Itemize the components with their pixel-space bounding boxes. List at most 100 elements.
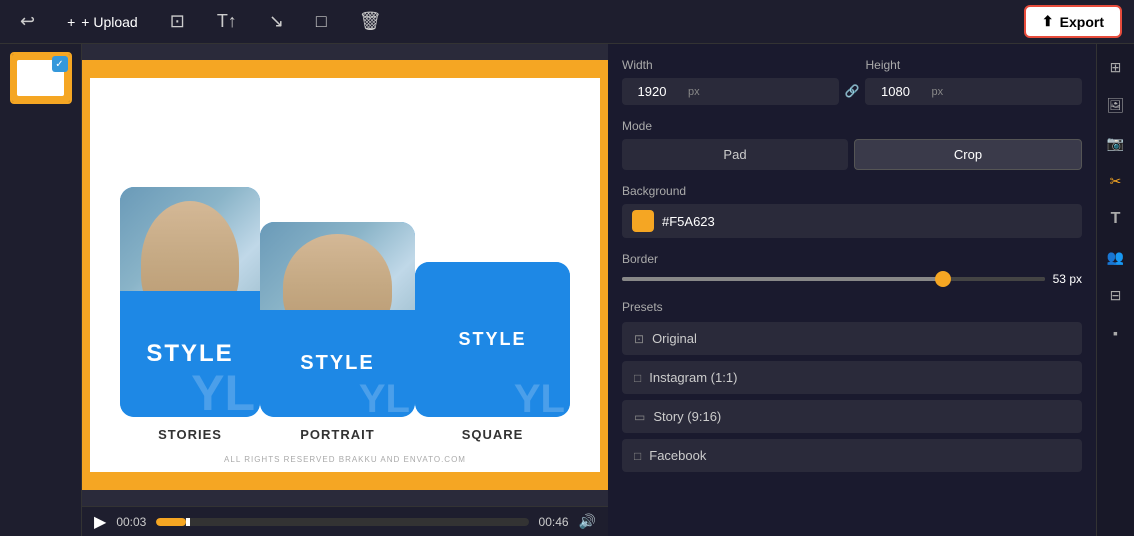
export-icon: ⬆ [1042,13,1054,30]
export-button[interactable]: ⬆ Export [1024,5,1122,38]
play-button[interactable]: ▶ [94,512,106,532]
photo-icon-btn[interactable]: 📷 [1101,128,1131,158]
card-visual-square: STYLE YL [415,262,570,417]
right-main-panel: Width px 🔗 Height px [608,44,1134,536]
layers-icon-btn[interactable]: ▪ [1101,318,1131,348]
card-stories: STYLE YL STORIES [120,187,260,442]
height-input[interactable] [865,78,925,105]
width-unit: px [682,86,706,98]
preset-instagram-label: Instagram (1:1) [649,370,737,385]
canvas-white: STYLE YL STORIES ST [90,78,600,472]
card-text-stories: STYLE YL [120,291,260,418]
border-label: Border [622,252,1082,266]
volume-icon[interactable]: 🔊 [579,513,596,530]
left-panel: ✓ [0,44,82,536]
save-button[interactable]: ⊡ [162,7,193,36]
card-label-square: SQUARE [462,427,524,442]
end-time: 00:46 [539,515,569,529]
sliders-icon-btn[interactable]: ⊟ [1101,280,1131,310]
toolbar: ↩ + + Upload ⊡ T↑ ↘ □ 🗑 ⬆ Export [0,0,1134,44]
background-setting: Background #F5A623 [622,184,1082,238]
canvas-content: STYLE YL STORIES ST [82,44,608,506]
canvas-area: STYLE YL STORIES ST [82,44,608,536]
card-portrait: STYLE YL PORTRAIT [260,222,415,442]
height-input-wrap: px [865,78,1082,105]
height-unit: px [925,86,949,98]
dimension-setting: Width px 🔗 Height px [622,58,1082,105]
preset-original-button[interactable]: ⊡ Original [622,322,1082,355]
border-number: 53 [1053,272,1066,286]
text-icon-btn[interactable]: T [1101,204,1131,234]
current-time: 00:03 [116,515,146,529]
border-filled [622,277,939,281]
preset-facebook-icon: □ [634,449,641,463]
width-input-wrap: px [622,78,839,105]
height-label: Height [865,58,1082,72]
bg-row[interactable]: #F5A623 [622,204,1082,238]
pad-button[interactable]: Pad [622,139,848,170]
border-thumb [935,271,951,287]
card-visual-stories: STYLE YL [120,187,260,417]
preset-instagram-button[interactable]: □ Instagram (1:1) [622,361,1082,394]
crop-icon-btn[interactable]: ✂ [1101,166,1131,196]
bg-hex: #F5A623 [662,214,715,229]
timeline: ▶ 00:03 00:46 🔊 [82,506,608,536]
card-visual-portrait: STYLE YL [260,222,415,417]
thumbnail-item[interactable]: ✓ [10,52,72,104]
style-text-portrait: STYLE [300,352,374,375]
border-unit: px [1069,272,1082,286]
shape-button[interactable]: □ [308,7,335,36]
canvas-frame: STYLE YL STORIES ST [82,60,608,490]
border-track [622,277,1045,281]
presets-setting: Presets ⊡ Original □ Instagram (1:1) ▭ S… [622,300,1082,472]
preset-story-icon: ▭ [634,410,645,424]
image-icon-btn[interactable]: 🖼 [1101,90,1131,120]
crop-button[interactable]: Crop [854,139,1082,170]
timeline-track[interactable] [156,518,528,526]
yl-stories: YL [191,364,255,417]
yl-portrait: YL [359,377,410,417]
preset-facebook-label: Facebook [649,448,706,463]
width-input[interactable] [622,78,682,105]
link-icon[interactable]: 🔗 [845,84,860,98]
text-button[interactable]: T↑ [209,7,245,36]
preset-story-button[interactable]: ▭ Story (9:16) [622,400,1082,433]
mode-setting: Mode Pad Crop [622,119,1082,170]
background-label: Background [622,184,1082,198]
plus-icon: + [67,14,75,30]
border-row: 53 px [622,272,1082,286]
border-setting: Border 53 px [622,252,1082,286]
card-text-square: STYLE YL [415,262,570,417]
thumbnail-check: ✓ [52,56,68,72]
watermark: ALL RIGHTS RESERVED BRAKKU AND ENVATO.CO… [224,455,466,464]
upload-label: + Upload [81,14,137,30]
card-label-stories: STORIES [158,427,222,442]
border-value: 53 px [1053,272,1082,286]
border-slider[interactable] [622,277,1045,281]
preset-original-label: Original [652,331,697,346]
preset-facebook-button[interactable]: □ Facebook [622,439,1082,472]
dimension-row: Width px 🔗 Height px [622,58,1082,105]
card-text-portrait: STYLE YL [260,310,415,417]
arrow-button[interactable]: ↘ [261,7,292,36]
main-layout: ✓ STYLE YL [0,44,1134,536]
delete-button[interactable]: 🗑 [351,7,390,36]
timeline-progress [156,518,186,526]
upload-button[interactable]: + + Upload [59,10,146,34]
style-text-square: STYLE [458,329,526,350]
width-label: Width [622,58,839,72]
mode-label: Mode [622,119,1082,133]
bg-swatch [632,210,654,232]
card-square: STYLE YL SQUARE [415,262,570,442]
yl-square: YL [514,377,565,417]
person-add-icon-btn[interactable]: 👥 [1101,242,1131,272]
right-icon-strip: ⊞ 🖼 📷 ✂ T 👥 ⊟ ▪ [1096,44,1134,536]
presets-label: Presets [622,300,1082,314]
preset-original-icon: ⊡ [634,332,644,346]
mode-row: Pad Crop [622,139,1082,170]
card-label-portrait: PORTRAIT [300,427,374,442]
grid-icon-btn[interactable]: ⊞ [1101,52,1131,82]
export-label: Export [1060,14,1104,30]
undo-button[interactable]: ↩ [12,7,43,36]
preset-story-label: Story (9:16) [653,409,721,424]
